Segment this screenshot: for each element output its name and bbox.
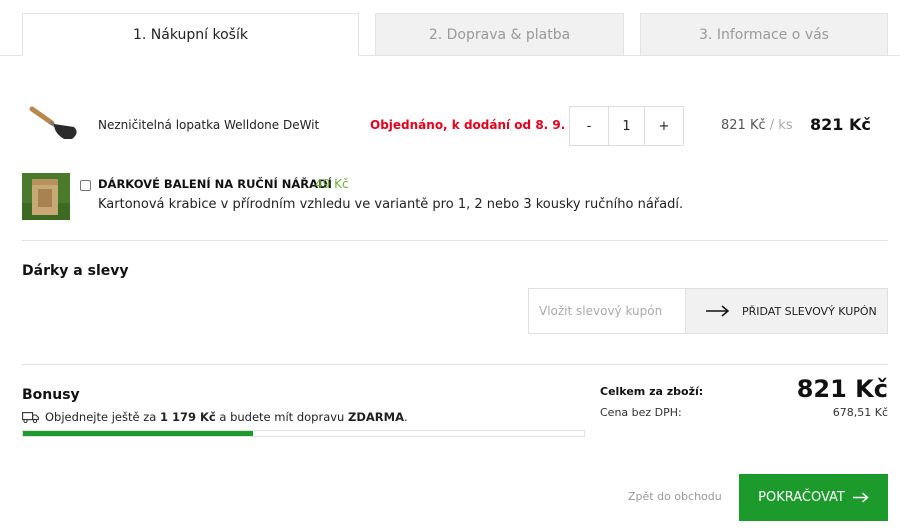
checkout-steps: 1. Nákupní košík 2. Doprava & platba 3. …	[0, 0, 900, 56]
decrease-quantity-button[interactable]: -	[570, 107, 608, 145]
total-label: Celkem za zboží:	[600, 385, 704, 398]
quantity-input[interactable]: 1	[608, 107, 645, 145]
tab-shipping-payment[interactable]: 2. Doprava & platba	[375, 13, 624, 56]
total-value: 821 Kč	[796, 375, 888, 403]
tab-cart[interactable]: 1. Nákupní košík	[22, 13, 359, 56]
gift-wrap-description: Kartonová krabice v přírodním vzhledu ve…	[98, 197, 684, 212]
unit-separator: /	[769, 118, 775, 133]
bonus-text-end: .	[404, 410, 408, 424]
add-coupon-button[interactable]: PŘIDAT SLEVOVÝ KUPÓN	[685, 288, 888, 334]
product-image[interactable]	[24, 103, 84, 149]
unit-price-value: 821 Kč	[721, 118, 766, 133]
line-total: 821 Kč	[810, 115, 871, 134]
gift-wrap-title: DÁRKOVÉ BALENÍ NA RUČNÍ NÁŘADÍ	[98, 177, 332, 191]
bonus-title: Bonusy	[22, 387, 80, 403]
tab-cart-label: 1. Nákupní košík	[133, 26, 248, 43]
bonus-free: ZDARMA	[348, 410, 404, 424]
unit-price: 821 Kč / ks	[721, 118, 793, 133]
arrow-right-icon	[852, 492, 869, 503]
coupon-input[interactable]: Vložit slevový kupón	[528, 288, 686, 334]
continue-label: POKRAČOVAT	[758, 490, 845, 505]
coupon-placeholder: Vložit slevový kupón	[539, 304, 663, 318]
discounts-title: Dárky a slevy	[22, 263, 129, 279]
tab-shipping-label: 2. Doprava & platba	[428, 26, 571, 43]
arrow-right-icon	[706, 305, 730, 317]
order-status: Objednáno, k dodání od 8. 9.	[370, 118, 566, 132]
bonus-amount: 1 179 Kč	[159, 410, 216, 424]
bonus-text-mid: a budete mít dopravu	[219, 410, 345, 424]
unit-label: ks	[778, 118, 793, 133]
tab-info-label: 3. Informace o vás	[699, 26, 829, 43]
truck-icon	[22, 411, 39, 423]
progress-fill	[23, 431, 253, 436]
free-shipping-message: Objednejte ještě za 1 179 Kč a budete mí…	[22, 410, 408, 424]
add-coupon-label: PŘIDAT SLEVOVÝ KUPÓN	[742, 304, 877, 318]
gift-wrap-checkbox[interactable]	[80, 180, 91, 191]
continue-button[interactable]: POKRAČOVAT	[739, 474, 888, 521]
divider	[22, 364, 888, 365]
divider	[22, 240, 888, 241]
gift-wrap-price: 49 Kč	[315, 177, 349, 191]
increase-quantity-button[interactable]: +	[645, 107, 683, 145]
tab-customer-info[interactable]: 3. Informace o vás	[640, 13, 888, 56]
net-price-label: Cena bez DPH:	[600, 406, 682, 419]
product-name[interactable]: Nezničitelná lopatka Welldone DeWit	[98, 118, 319, 132]
free-shipping-progress	[22, 430, 585, 437]
back-to-shop-link[interactable]: Zpět do obchodu	[628, 490, 722, 503]
bonus-text-prefix: Objednejte ještě za	[45, 410, 157, 424]
quantity-stepper: - 1 +	[569, 106, 684, 146]
net-price-value: 678,51 Kč	[832, 406, 888, 419]
gift-box-image	[22, 173, 70, 220]
